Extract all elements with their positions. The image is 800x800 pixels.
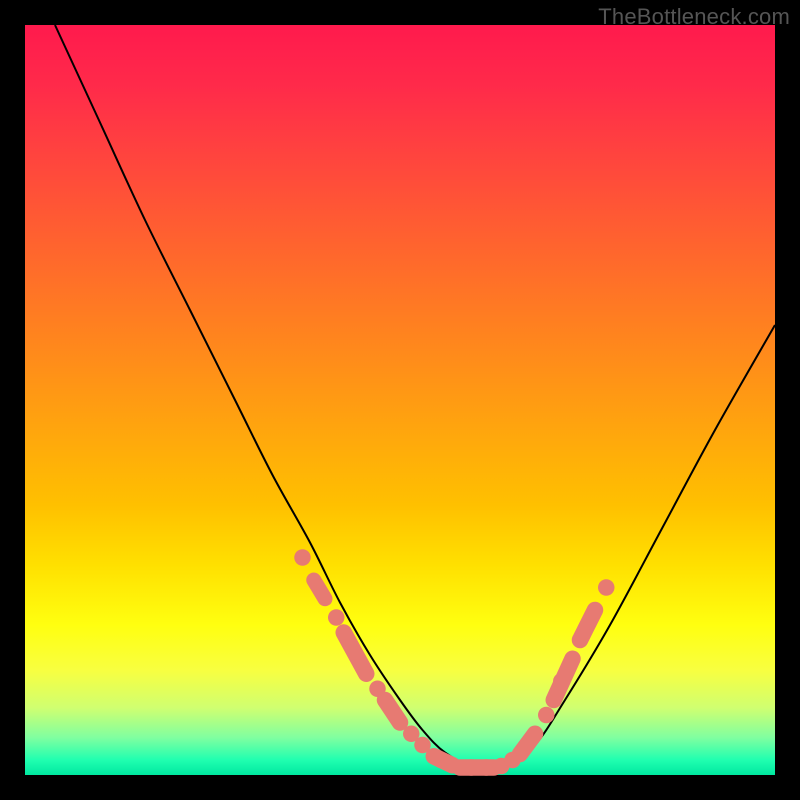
curve-marker-pill — [344, 633, 367, 674]
curve-marker-dot — [328, 609, 345, 626]
curve-marker-pill — [580, 610, 595, 640]
curve-marker-pill — [520, 734, 535, 754]
curve-marker-dot — [553, 673, 570, 690]
bottleneck-curve — [55, 25, 775, 770]
curve-marker-dot — [463, 759, 480, 776]
curve-marker-pill — [314, 580, 325, 599]
curve-marker-dot — [538, 707, 555, 724]
curve-marker-dot — [294, 549, 311, 566]
curve-markers — [294, 549, 614, 776]
chart-svg — [25, 25, 775, 775]
curve-marker-dot — [598, 579, 615, 596]
curve-marker-dot — [478, 759, 495, 776]
curve-marker-pill — [385, 700, 400, 723]
curve-marker-dot — [433, 752, 450, 769]
